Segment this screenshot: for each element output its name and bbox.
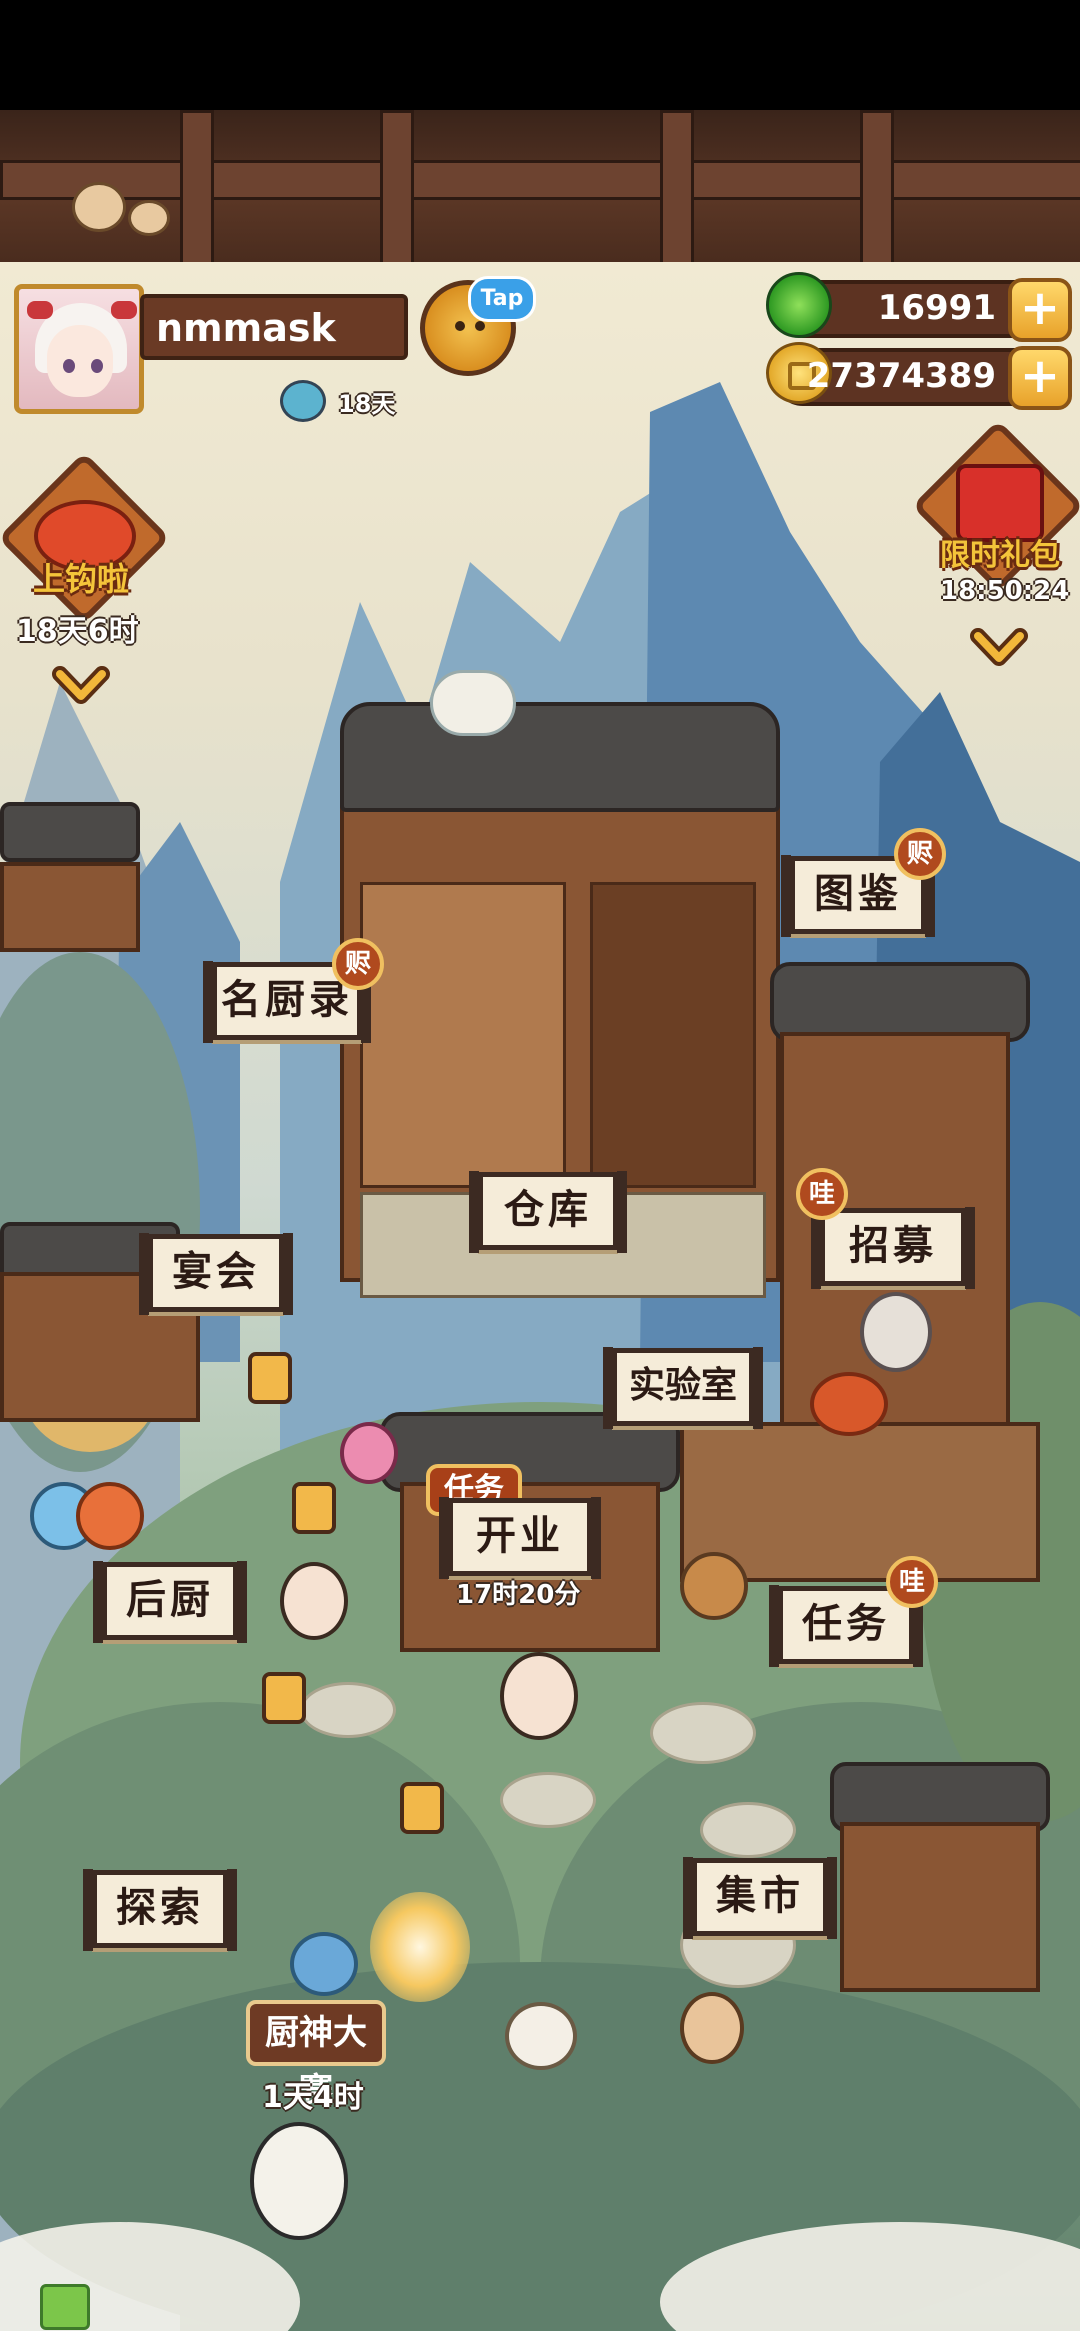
chef-contest-button[interactable]: 厨神大赛: [246, 2000, 386, 2111]
banquet-sign[interactable]: 宴会: [139, 1233, 293, 1315]
recruit-sign[interactable]: 招募: [811, 1207, 975, 1289]
beam: [0, 160, 1080, 200]
lantern-icon: [248, 1352, 292, 1404]
green-tile-icon[interactable]: [40, 2284, 90, 2330]
warehouse-sign[interactable]: 仓库: [469, 1171, 627, 1253]
lab-sign[interactable]: 实验室: [603, 1347, 763, 1429]
gift-pack-label: 限时礼包: [940, 538, 1060, 573]
apple-icon: [766, 272, 832, 338]
dumpling-decoration: [430, 670, 516, 736]
fox-creature[interactable]: [76, 1482, 144, 1550]
coin-count: 27374389: [806, 356, 996, 396]
tap-badge[interactable]: Tap: [468, 276, 536, 322]
old-chef-character[interactable]: [860, 1292, 932, 1372]
explore-sign[interactable]: 探索: [83, 1869, 237, 1951]
pavilion-roof: [0, 802, 140, 862]
add-apples-button[interactable]: +: [1008, 278, 1072, 342]
chef-character[interactable]: [500, 1652, 578, 1740]
player-name[interactable]: nmmask: [140, 294, 408, 360]
blue-cat[interactable]: [290, 1932, 358, 1996]
tasks-badge: 哇: [886, 1556, 938, 1608]
beam: [380, 110, 414, 268]
beam: [180, 110, 214, 268]
sparkle-effect: [370, 1892, 470, 2002]
chef-contest-timer: 1天4时: [262, 2080, 364, 2115]
fishing-event-label: 上钩啦: [32, 560, 129, 598]
lantern-icon: [292, 1482, 336, 1534]
coin-currency: 27374389 +: [766, 342, 1072, 410]
pink-creature[interactable]: [340, 1422, 398, 1484]
beam: [660, 110, 694, 268]
player-avatar[interactable]: [14, 284, 144, 414]
catalog-badge: 赆: [894, 828, 946, 880]
chevron-down-icon[interactable]: [970, 618, 1028, 676]
days-text: 18天: [338, 390, 396, 418]
bottle-icon: [280, 380, 326, 422]
add-coins-button[interactable]: +: [1008, 346, 1072, 410]
famous-chefs-badge: 赆: [332, 938, 384, 990]
apple-count: 16991: [877, 288, 996, 328]
gift-pack-timer: 18:50:24: [940, 576, 1070, 606]
customer-character[interactable]: [280, 1562, 348, 1640]
chick-icon: [72, 182, 126, 232]
path-stone: [500, 1772, 596, 1828]
lantern-icon: [400, 1782, 444, 1834]
path-stone: [300, 1682, 396, 1738]
lantern-icon: [262, 1672, 306, 1724]
steamed-bun-chef[interactable]: [505, 2002, 577, 2070]
beam: [860, 110, 894, 268]
path-stone: [700, 1802, 796, 1858]
penguin-character[interactable]: [250, 2122, 348, 2240]
open-business-timer: 17时20分: [456, 1580, 581, 1610]
pavilion: [0, 862, 140, 952]
path-stone: [650, 1702, 756, 1764]
market-sign[interactable]: 集市: [683, 1857, 837, 1939]
tower-shelves: [360, 882, 566, 1188]
fishing-event-timer: 18天6时: [16, 614, 139, 649]
apple-currency: 16991 +: [766, 272, 1072, 342]
market-building[interactable]: [840, 1822, 1040, 1992]
status-bar: [0, 0, 1080, 138]
tower-roof: [340, 702, 780, 812]
recruit-badge: 哇: [796, 1168, 848, 1220]
chick-icon: [128, 200, 170, 236]
villager-character[interactable]: [680, 1992, 744, 2064]
wooden-beam-header: [0, 110, 1080, 268]
chevron-down-icon[interactable]: [52, 656, 110, 714]
hotpot-icon: [810, 1372, 888, 1436]
open-business-sign[interactable]: 开业: [439, 1497, 601, 1579]
recruit-roof: [770, 962, 1030, 1042]
back-kitchen-sign[interactable]: 后厨: [93, 1561, 247, 1643]
bear-character[interactable]: [680, 1552, 748, 1620]
tower-storage: [590, 882, 756, 1188]
